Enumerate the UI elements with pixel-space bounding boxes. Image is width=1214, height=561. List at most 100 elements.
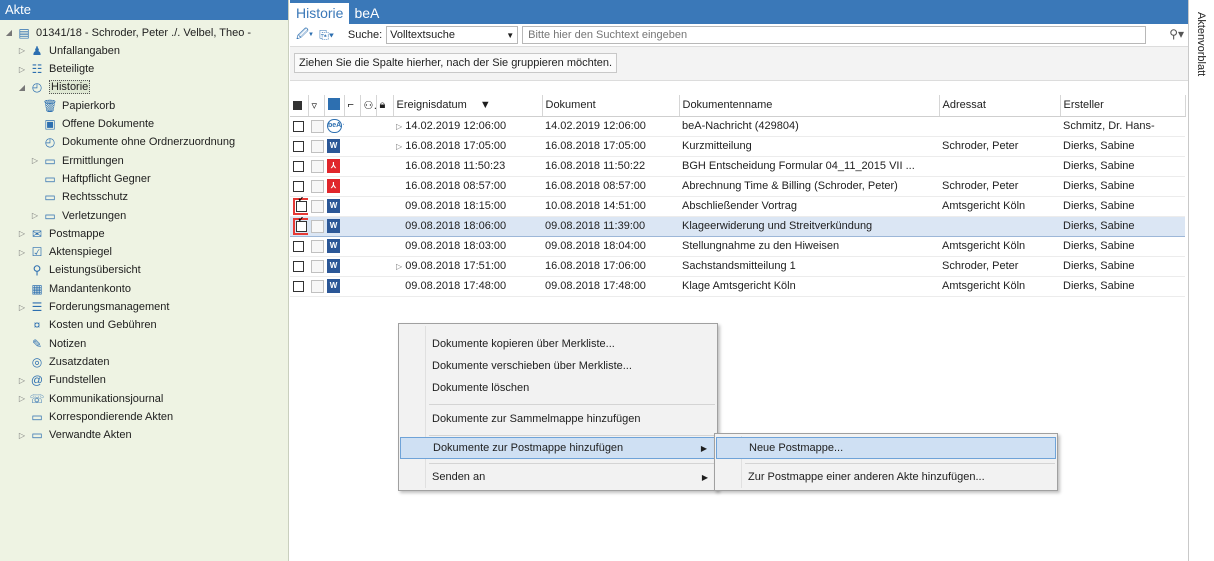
row-flag[interactable] (308, 176, 324, 197)
search-mode-select[interactable]: Volltextsuche ▼ (386, 26, 519, 44)
row-flag[interactable] (308, 256, 324, 277)
tree-item[interactable]: ▭ Korrespondierende Akten (17, 408, 173, 425)
row-flag[interactable] (308, 276, 324, 297)
row-flag[interactable] (308, 136, 324, 157)
menu-add-to-other-postmappe[interactable]: Zur Postmappe einer anderen Akte hinzufü… (716, 466, 1056, 488)
row-checkbox[interactable] (290, 256, 308, 277)
account-icon: ▦ (31, 281, 43, 296)
row-flag[interactable] (308, 116, 324, 137)
tree-item[interactable]: ▭ Rechtsschutz (30, 189, 128, 206)
document-type-icon[interactable] (324, 95, 345, 117)
folder-icon: ▭ (44, 208, 56, 223)
new-document-icon[interactable]: 🖉▾ (296, 25, 313, 46)
tree-item[interactable]: ▷ ☷ Beteiligte (17, 61, 94, 78)
row-checkbox[interactable] (290, 215, 308, 237)
expand-arrow-icon[interactable]: ◢ (4, 28, 14, 37)
lock-icon[interactable]: 🔒︎ (376, 95, 394, 117)
tree-item[interactable]: ▷ ▭ Verwandte Akten (17, 427, 132, 444)
expand-arrow-icon[interactable]: ▷ (17, 376, 27, 385)
row-checkbox[interactable] (290, 176, 308, 197)
group-by-area[interactable]: Ziehen Sie die Spalte hierher, nach der … (290, 47, 1188, 81)
tree-item[interactable]: ▷ @ Fundstellen (17, 372, 106, 389)
menu-add-to-collection[interactable]: Dokumente zur Sammelmappe hinzufügen (400, 408, 716, 430)
tree-item[interactable]: ▷ ▭ Verletzungen (30, 207, 126, 224)
row-name: Abrechnung Time & Billing (Schroder, Pet… (679, 176, 939, 197)
tree-item[interactable]: ⚲ Leistungsübersicht (17, 262, 141, 279)
search-icon[interactable]: ⚲▾ (1169, 27, 1184, 41)
tab-bea[interactable]: beA (349, 3, 384, 24)
tree-item[interactable]: ▷ ♟ Unfallangaben (17, 42, 120, 59)
col-dokumentenname[interactable]: Dokumentenname (679, 95, 940, 117)
tree-item[interactable]: ✎ Notizen (17, 335, 86, 352)
table-row[interactable]: ⅄ 16.08.2018 11:50:23 16.08.2018 11:50:22… (290, 156, 1185, 177)
submenu-arrow-icon: ▶ (701, 472, 708, 482)
submenu-arrow-icon: ▶ (700, 443, 707, 453)
tree-item[interactable]: ◢ ▤ 01341/18 - Schroder, Peter ./. Velbel,… (4, 24, 251, 41)
col-adressat[interactable]: Adressat (939, 95, 1061, 117)
tree-item[interactable]: ▷ ☑ Aktenspiegel (17, 244, 112, 261)
select-all-checkbox[interactable] (290, 95, 309, 117)
menu-copy-via-list[interactable]: Dokumente kopieren über Merkliste... (400, 333, 716, 355)
tree-item[interactable]: ▭ Haftpflicht Gegner (30, 170, 150, 187)
row-checkbox[interactable] (290, 156, 308, 177)
row-checkbox[interactable] (290, 116, 308, 137)
search-input[interactable] (522, 26, 1147, 44)
col-ersteller[interactable]: Ersteller (1060, 95, 1186, 117)
tree-item[interactable]: ▣ Offene Dokumente (30, 116, 154, 133)
tree-item-label: Korrespondierende Akten (49, 410, 174, 423)
tree-item[interactable]: ◎ Zusatzdaten (17, 353, 110, 370)
menu-move-via-list[interactable]: Dokumente verschieben über Merkliste... (400, 355, 716, 377)
row-flag[interactable] (308, 215, 324, 237)
aktenvorblatt-side-tab[interactable]: Aktenvorblatt (1188, 0, 1214, 561)
expand-arrow-icon[interactable]: ▷ (17, 46, 27, 55)
filter-icon[interactable]: ▿ (308, 95, 325, 117)
row-name: Abschließender Vortrag (679, 196, 939, 217)
expand-arrow-icon[interactable]: ▷ (17, 65, 27, 74)
expand-arrow-icon[interactable]: ▷ (30, 211, 40, 220)
table-row[interactable]: W 09.08.2018 18:03:00 09.08.2018 18:04:00… (290, 236, 1185, 257)
row-checkbox[interactable] (290, 136, 308, 157)
table-row[interactable]: W 09.08.2018 18:15:0010.08.2018 14:51:00… (290, 196, 1185, 217)
row-checkbox[interactable] (290, 236, 308, 257)
row-flag[interactable] (308, 236, 324, 257)
table-row[interactable]: W ▷ 16.08.2018 17:05:00 16.08.2018 17:05:0… (290, 136, 1185, 157)
tree-item[interactable]: ▷ ▭ Ermittlungen (30, 152, 124, 169)
table-row[interactable]: W ▷ 09.08.2018 17:51:00 16.08.2018 17:06:0… (290, 256, 1185, 277)
row-name: Kurzmitteilung (679, 136, 939, 157)
row-flag[interactable] (308, 196, 324, 217)
tree-item[interactable]: 🗑︎ Papierkorb (30, 97, 115, 114)
col-ereignisdatum[interactable]: Ereignisdatum ▼ (393, 95, 543, 117)
table-row[interactable]: beA ▷ 14.02.2019 12:06:00 14.02.2019 12:06… (290, 116, 1185, 137)
menu-send-to[interactable]: Senden an ▶ (400, 466, 716, 488)
tree-item[interactable]: ▷ ☰ Forderungsmanagement (17, 299, 170, 316)
bookmark-icon[interactable]: ⌐ (344, 95, 361, 117)
tree-item[interactable]: ▷ ☏ Kommunikationsjournal (17, 390, 163, 407)
row-name: BGH Entscheidung Formular 04_11_2015 VII… (679, 156, 939, 177)
tree-item[interactable]: ◴ Dokumente ohne Ordnerzuordnung (30, 134, 235, 151)
expand-arrow-icon[interactable]: ▷ (30, 156, 40, 165)
menu-delete-documents[interactable]: Dokumente löschen (400, 377, 716, 399)
table-row[interactable]: W 09.08.2018 17:48:00 09.08.2018 17:48:00… (290, 276, 1185, 297)
expand-arrow-icon[interactable]: ▷ (17, 248, 27, 257)
tree-item[interactable]: ▦ Mandantenkonto (17, 280, 131, 297)
copy-icon[interactable]: ⎘▾ (319, 28, 334, 43)
menu-add-to-postmappe[interactable]: Dokumente zur Postmappe hinzufügen ▶ (400, 437, 716, 459)
expand-arrow-icon[interactable]: ▷ (17, 394, 27, 403)
tab-historie[interactable]: Historie (290, 3, 350, 24)
col-dokument[interactable]: Dokument (542, 95, 680, 117)
menu-new-postmappe[interactable]: Neue Postmappe... (716, 437, 1056, 459)
expand-arrow-icon[interactable]: ◢ (17, 83, 27, 92)
expand-arrow-icon[interactable]: ▷ (17, 431, 27, 440)
row-checkbox[interactable] (290, 276, 308, 297)
expand-arrow-icon[interactable]: ▷ (17, 229, 27, 238)
table-row[interactable]: W 09.08.2018 18:06:0009.08.2018 11:39:00… (290, 215, 1185, 237)
row-checkbox[interactable] (290, 196, 308, 217)
table-row[interactable]: ⅄ 16.08.2018 08:57:00 16.08.2018 08:57:00… (290, 176, 1185, 197)
tree-item[interactable]: ¤ Kosten und Gebühren (17, 317, 157, 334)
person-filter-icon[interactable]: ⚇ (360, 95, 377, 117)
expand-arrow-icon[interactable]: ▷ (17, 303, 27, 312)
at-icon: @ (30, 373, 44, 388)
row-flag[interactable] (308, 156, 324, 177)
tree-item[interactable]: ▷ ✉ Postmappe (17, 225, 105, 242)
tree-item[interactable]: ◢ ◴ Historie (17, 79, 91, 96)
